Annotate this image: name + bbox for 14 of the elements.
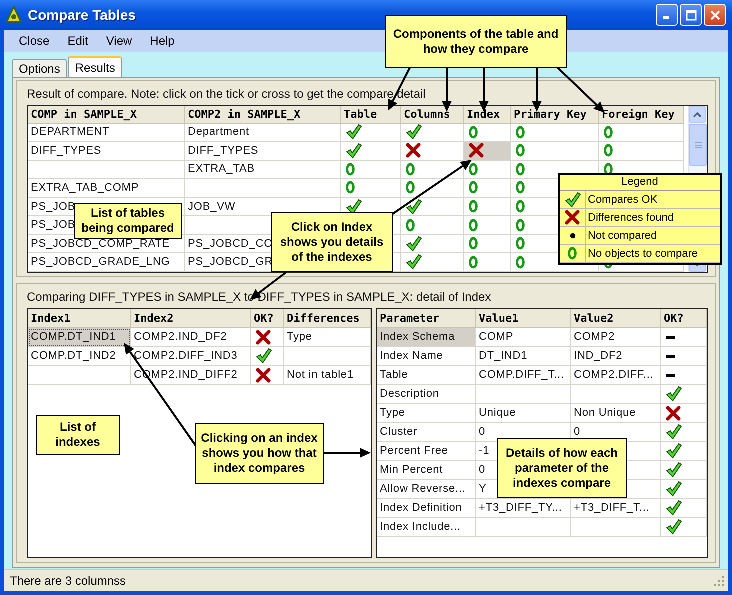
status-text: There are 3 columnss [10,574,128,588]
callout-tooltip: List of tables being compared [74,203,182,239]
legend-label: Compares OK [587,194,659,206]
callout-tooltip: Components of the table and how they compare [385,15,567,68]
callout-tooltip: Details of how each parameter of the indexes compare [497,438,627,498]
callout-tooltip: List of indexes [36,415,120,455]
callout-tooltip: Click on Index shows you details of the indexes [271,212,393,272]
window-title: Compare Tables [28,7,137,23]
legend-label: Differences found [587,212,676,224]
callout-tooltip: Clicking on an index shows you how that index compares [195,423,324,484]
section-note: Result of compare. Note: click on the tick or cross to get the compare detail [27,86,427,102]
legend-label: No objects to compare [587,248,700,260]
legend-label: Not compared [587,230,658,242]
legend-title: Legend [560,175,720,191]
